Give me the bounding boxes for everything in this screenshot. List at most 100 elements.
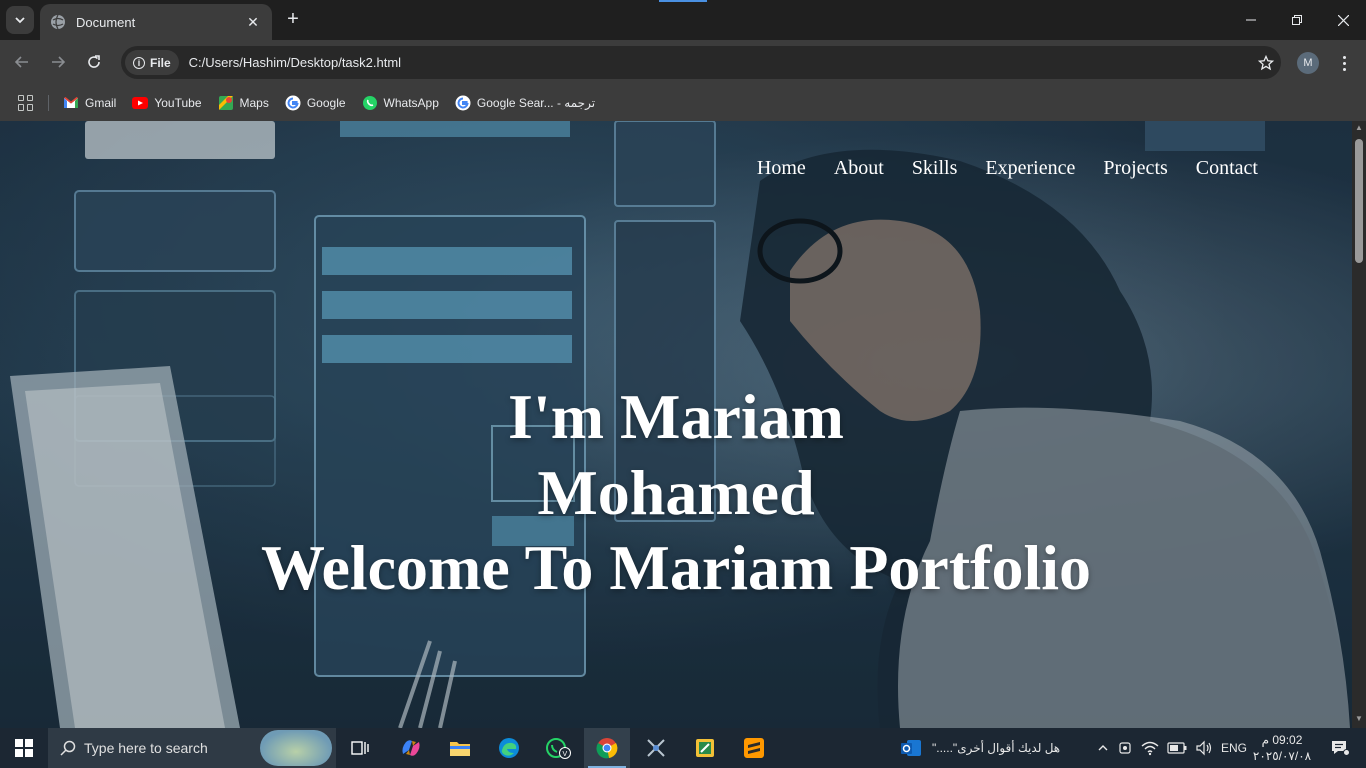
start-button[interactable] [0, 728, 48, 768]
chevron-up-icon[interactable] [1097, 742, 1109, 754]
wifi-icon[interactable] [1141, 740, 1159, 756]
hero-welcome-heading: Welcome To Mariam Portfolio [260, 532, 1092, 603]
bookmark-google-translate[interactable]: Google Sear... - ترجمه [455, 95, 595, 111]
chevron-down-icon [15, 17, 25, 24]
bookmark-label: Google Sear... - ترجمه [476, 95, 596, 110]
nav-link-skills[interactable]: Skills [912, 157, 958, 180]
bookmark-star-button[interactable] [1251, 54, 1281, 71]
language-indicator[interactable]: ENG [1221, 741, 1247, 755]
system-tray: ENG [1097, 728, 1247, 768]
google-icon [285, 95, 301, 111]
news-widget[interactable]: هل لديك أقوال أخرى"....." [900, 728, 1080, 768]
bookmark-label: Gmail [85, 95, 117, 110]
windows-logo-icon [15, 739, 33, 757]
tab-search-button[interactable] [6, 6, 34, 34]
taskbar-whatsapp[interactable]: V [535, 728, 581, 768]
restore-button[interactable] [1274, 0, 1320, 40]
task-view-button[interactable] [337, 728, 383, 768]
scroll-up-arrow-icon[interactable]: ▲ [1355, 124, 1363, 132]
taskbar-search-placeholder: Type here to search [84, 740, 208, 756]
nav-link-contact[interactable]: Contact [1196, 157, 1258, 180]
apps-grid-icon[interactable] [18, 94, 34, 111]
nav-link-projects[interactable]: Projects [1103, 157, 1167, 180]
maps-icon [218, 95, 234, 111]
bookmark-label: YouTube [154, 95, 202, 110]
svg-text:V: V [563, 751, 568, 758]
reload-icon [88, 55, 100, 68]
star-icon [1258, 54, 1274, 70]
app-icon [696, 739, 714, 757]
taskbar-copilot[interactable] [388, 728, 434, 768]
clock-time: 09:02 م [1261, 733, 1303, 747]
outlook-icon [901, 740, 921, 756]
nav-link-about[interactable]: About [834, 157, 884, 180]
restore-icon [1292, 15, 1302, 25]
info-icon: i [133, 56, 145, 69]
taskbar-edge[interactable] [486, 728, 532, 768]
sublime-text-icon [744, 738, 764, 758]
hero-section: I'm Mariam Mohamed Welcome To Mariam Por… [0, 379, 1352, 605]
taskbar-snipping-tool[interactable] [633, 728, 679, 768]
browser-toolbar: i File C:/Users/Hashim/Desktop/task2.htm… [0, 40, 1366, 84]
gmail-icon [63, 95, 79, 111]
chrome-icon [596, 738, 618, 759]
copilot-icon [402, 740, 420, 756]
site-info-chip[interactable]: i File [125, 50, 179, 75]
profile-avatar[interactable]: M [1297, 52, 1319, 74]
page-viewport: Home About Skills Experience Projects Co… [0, 121, 1352, 728]
youtube-icon [132, 95, 149, 111]
hero-name-heading: I'm Mariam Mohamed [508, 381, 844, 528]
notification-center-button[interactable] [1320, 728, 1360, 768]
taskbar-app-green[interactable] [682, 728, 728, 768]
bookmark-youtube[interactable]: YouTube [132, 95, 202, 111]
close-window-button[interactable] [1320, 0, 1366, 40]
scissors-icon [647, 739, 665, 757]
minimize-button[interactable] [1228, 0, 1274, 40]
bookmark-label: WhatsApp [383, 95, 439, 110]
address-bar[interactable]: i File C:/Users/Hashim/Desktop/task2.htm… [121, 46, 1281, 79]
notification-icon [1332, 741, 1350, 756]
forward-arrow-icon [52, 56, 66, 68]
tab-close-icon[interactable]: ✕ [244, 14, 262, 31]
bookmark-maps[interactable]: Maps [218, 95, 269, 111]
browser-tab[interactable]: Document ✕ [40, 4, 272, 40]
news-text: هل لديك أقوال أخرى"....." [932, 741, 1061, 755]
reload-button[interactable] [82, 50, 106, 74]
tab-strip: Document ✕ + [0, 0, 1366, 40]
loading-accent [659, 0, 707, 2]
nav-link-experience[interactable]: Experience [985, 157, 1075, 180]
taskbar-clock[interactable]: 09:02 م ٢٠٢٥/٠٧/٠٨ [1252, 732, 1312, 764]
meet-now-icon[interactable] [1117, 740, 1133, 756]
back-arrow-icon [14, 56, 28, 68]
tab-title: Document [76, 14, 136, 30]
taskbar-file-explorer[interactable] [437, 728, 483, 768]
scrollbar-thumb[interactable] [1355, 139, 1363, 263]
bookmark-label: Maps [239, 95, 269, 110]
site-nav: Home About Skills Experience Projects Co… [757, 157, 1258, 180]
volume-icon[interactable] [1195, 740, 1213, 756]
forward-button[interactable] [46, 50, 70, 74]
page-scrollbar[interactable]: ▲ ▼ [1352, 121, 1366, 728]
url-text[interactable]: C:/Users/Hashim/Desktop/task2.html [189, 55, 1251, 70]
windows-taskbar: Type here to search V هل لديك أقوال أخرى… [0, 728, 1366, 768]
search-highlight-image [260, 730, 332, 766]
google-icon [455, 95, 471, 111]
close-icon [1337, 14, 1349, 26]
edge-icon [499, 738, 519, 758]
clock-date: ٢٠٢٥/٠٧/٠٨ [1252, 749, 1312, 763]
scroll-down-arrow-icon[interactable]: ▼ [1355, 715, 1363, 723]
new-tab-button[interactable]: + [282, 8, 304, 32]
window-controls [1228, 0, 1366, 40]
bookmark-whatsapp[interactable]: WhatsApp [362, 95, 439, 111]
battery-icon[interactable] [1167, 742, 1187, 754]
whatsapp-icon: V [546, 738, 571, 759]
taskbar-sublime[interactable] [731, 728, 777, 768]
bookmarks-divider [48, 94, 49, 111]
browser-menu-button[interactable] [1334, 51, 1354, 75]
taskbar-search-box[interactable]: Type here to search [48, 728, 336, 768]
taskbar-chrome[interactable] [584, 728, 630, 768]
bookmark-google[interactable]: Google [285, 95, 346, 111]
back-button[interactable] [10, 50, 34, 74]
bookmark-gmail[interactable]: Gmail [63, 95, 116, 111]
nav-link-home[interactable]: Home [757, 157, 806, 180]
